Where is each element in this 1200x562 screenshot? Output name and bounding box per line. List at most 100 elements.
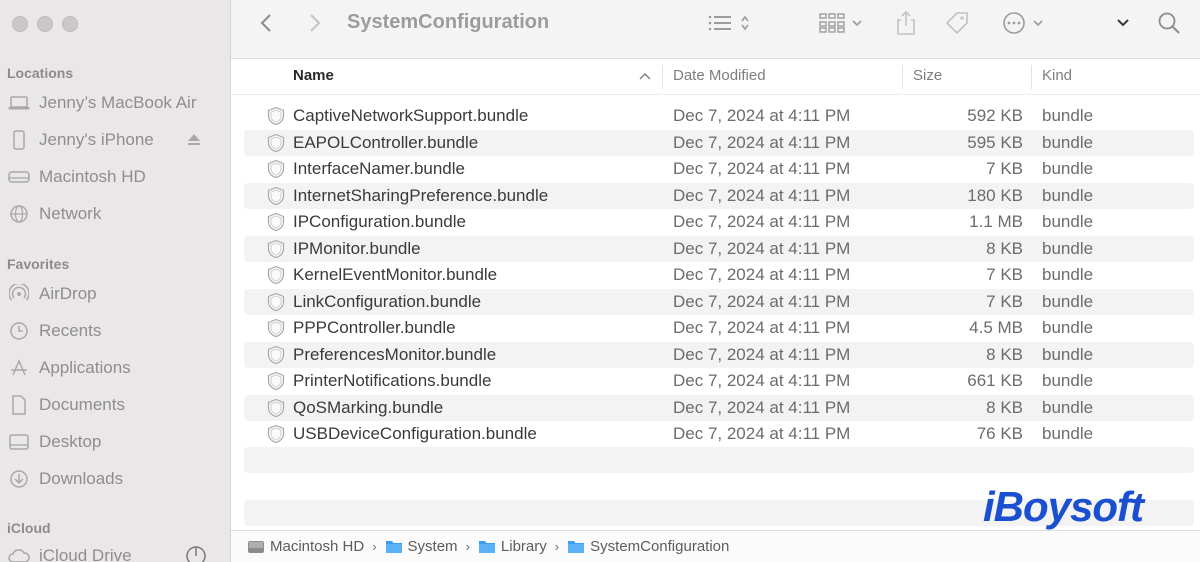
file-name: CaptiveNetworkSupport.bundle — [293, 106, 529, 125]
sidebar-section-icloud: iCloud — [7, 520, 51, 536]
file-row[interactable]: EAPOLController.bundle Dec 7, 2024 at 4:1… — [231, 129, 1200, 157]
sidebar-item-recents[interactable]: Recents — [8, 316, 223, 346]
file-row[interactable]: PrinterNotifications.bundle Dec 7, 2024 a… — [231, 368, 1200, 395]
sidebar-item-label: Macintosh HD — [39, 167, 146, 186]
globe-icon — [8, 203, 30, 225]
search-button[interactable] — [1157, 0, 1181, 46]
file-name: PreferencesMonitor.bundle — [293, 344, 497, 364]
window-controls — [12, 16, 78, 32]
sidebar-item-label: Applications — [39, 358, 131, 377]
file-row[interactable]: PPPController.bundle Dec 7, 2024 at 4:11 … — [231, 315, 1200, 342]
path-item-label: System — [407, 538, 458, 555]
column-date-modified[interactable]: Date Modified — [673, 67, 766, 84]
file-row[interactable]: LinkConfiguration.bundle Dec 7, 2024 at 4… — [231, 288, 1200, 316]
file-size: 8 KB — [986, 238, 1023, 258]
sidebar-item-macbook[interactable]: Jenny’s MacBook Air — [8, 88, 223, 118]
file-kind: bundle — [1042, 397, 1094, 417]
column-kind[interactable]: Kind — [1042, 67, 1072, 84]
file-size: 8 KB — [986, 397, 1023, 417]
sidebar-item-label: Jenny’s MacBook Air — [39, 93, 197, 112]
file-row[interactable]: USBDeviceConfiguration.bundle Dec 7, 2024… — [231, 421, 1200, 448]
file-name: QoSMarking.bundle — [293, 397, 444, 417]
drive-icon — [247, 539, 265, 555]
minimize-window-button[interactable] — [37, 16, 53, 32]
column-separator[interactable] — [662, 65, 663, 89]
file-kind: bundle — [1042, 371, 1094, 390]
sort-ascending-icon[interactable] — [639, 72, 651, 81]
chevron-down-icon — [1117, 19, 1129, 27]
applications-icon — [8, 357, 30, 379]
file-kind: bundle — [1042, 318, 1094, 337]
sidebar-item-applications[interactable]: Applications — [8, 353, 223, 383]
grid-icon — [819, 13, 845, 33]
sidebar-item-label: Jenny's iPhone — [39, 130, 154, 149]
file-row[interactable]: KernelEventMonitor.bundle Dec 7, 2024 at … — [231, 262, 1200, 289]
file-date-modified: Dec 7, 2024 at 4:11 PM — [673, 344, 851, 364]
path-item-macintosh-hd[interactable]: Macintosh HD — [247, 538, 364, 555]
bundle-icon — [266, 265, 286, 290]
sidebar-item-desktop[interactable]: Desktop — [8, 427, 223, 457]
file-row[interactable]: QoSMarking.bundle Dec 7, 2024 at 4:11 PM 8… — [231, 394, 1200, 422]
sidebar-item-airdrop[interactable]: AirDrop — [8, 279, 223, 309]
forward-button[interactable] — [308, 0, 322, 46]
laptop-icon — [8, 92, 30, 114]
sidebar-item-documents[interactable]: Documents — [8, 390, 223, 420]
chevron-down-icon — [1033, 20, 1043, 27]
path-item-library[interactable]: Library — [478, 538, 547, 555]
folder-icon — [478, 539, 496, 554]
expand-toolbar-button[interactable] — [1116, 0, 1130, 46]
file-size: 7 KB — [986, 265, 1023, 284]
bundle-icon — [266, 318, 286, 343]
file-size: 1.1 MB — [969, 212, 1023, 231]
sidebar-item-icloud-drive[interactable]: iCloud Drive — [8, 541, 223, 562]
sidebar-item-downloads[interactable]: Downloads — [8, 464, 223, 494]
airdrop-icon — [8, 283, 30, 305]
file-name: PPPController.bundle — [293, 318, 456, 337]
file-kind: bundle — [1042, 159, 1094, 178]
cloud-icon — [8, 545, 30, 562]
file-date-modified: Dec 7, 2024 at 4:11 PM — [673, 371, 851, 390]
file-date-modified: Dec 7, 2024 at 4:11 PM — [673, 159, 851, 178]
eject-icon[interactable] — [187, 131, 201, 151]
column-separator[interactable] — [902, 65, 903, 89]
back-button[interactable] — [259, 0, 273, 46]
file-size: 592 KB — [967, 106, 1023, 125]
drive-icon — [8, 166, 30, 188]
share-button[interactable] — [895, 0, 917, 46]
file-row[interactable]: IPMonitor.bundle Dec 7, 2024 at 4:11 PM 8 … — [231, 235, 1200, 263]
file-row[interactable]: InternetSharingPreference.bundle Dec 7, 2… — [231, 182, 1200, 210]
file-date-modified: Dec 7, 2024 at 4:11 PM — [673, 212, 851, 231]
sidebar-item-network[interactable]: Network — [8, 199, 223, 229]
group-button[interactable] — [819, 0, 862, 46]
file-row[interactable]: IPConfiguration.bundle Dec 7, 2024 at 4:1… — [231, 209, 1200, 236]
path-item-systemconfiguration[interactable]: SystemConfiguration — [567, 538, 729, 555]
file-size: 7 KB — [986, 291, 1023, 311]
sidebar-item-iphone[interactable]: Jenny's iPhone — [8, 125, 223, 155]
file-kind: bundle — [1042, 212, 1094, 231]
file-row[interactable]: CaptiveNetworkSupport.bundle Dec 7, 2024 … — [231, 103, 1200, 130]
file-kind: bundle — [1042, 291, 1094, 311]
clock-icon — [8, 320, 30, 342]
file-kind: bundle — [1042, 344, 1094, 364]
folder-icon — [567, 539, 585, 554]
file-date-modified: Dec 7, 2024 at 4:11 PM — [673, 424, 851, 443]
column-size[interactable]: Size — [913, 67, 942, 84]
sidebar-item-macintosh-hd[interactable]: Macintosh HD — [8, 162, 223, 192]
bundle-icon — [266, 371, 286, 396]
view-options-button[interactable] — [708, 0, 750, 46]
zoom-window-button[interactable] — [62, 16, 78, 32]
file-row[interactable]: PreferencesMonitor.bundle Dec 7, 2024 at … — [231, 341, 1200, 369]
file-row[interactable]: InterfaceNamer.bundle Dec 7, 2024 at 4:11… — [231, 156, 1200, 183]
sidebar-item-label: Desktop — [39, 432, 102, 451]
file-name: USBDeviceConfiguration.bundle — [293, 424, 537, 443]
sidebar-section-favorites: Favorites — [7, 256, 70, 272]
tag-button[interactable] — [944, 0, 970, 46]
path-item-system[interactable]: System — [385, 538, 458, 555]
column-separator[interactable] — [1031, 65, 1032, 89]
more-actions-button[interactable] — [1002, 0, 1043, 46]
close-window-button[interactable] — [12, 16, 28, 32]
sidebar-item-label: iCloud Drive — [39, 546, 132, 562]
sidebar-item-label: AirDrop — [39, 284, 97, 303]
file-kind: bundle — [1042, 106, 1094, 125]
column-name[interactable]: Name — [293, 67, 334, 84]
